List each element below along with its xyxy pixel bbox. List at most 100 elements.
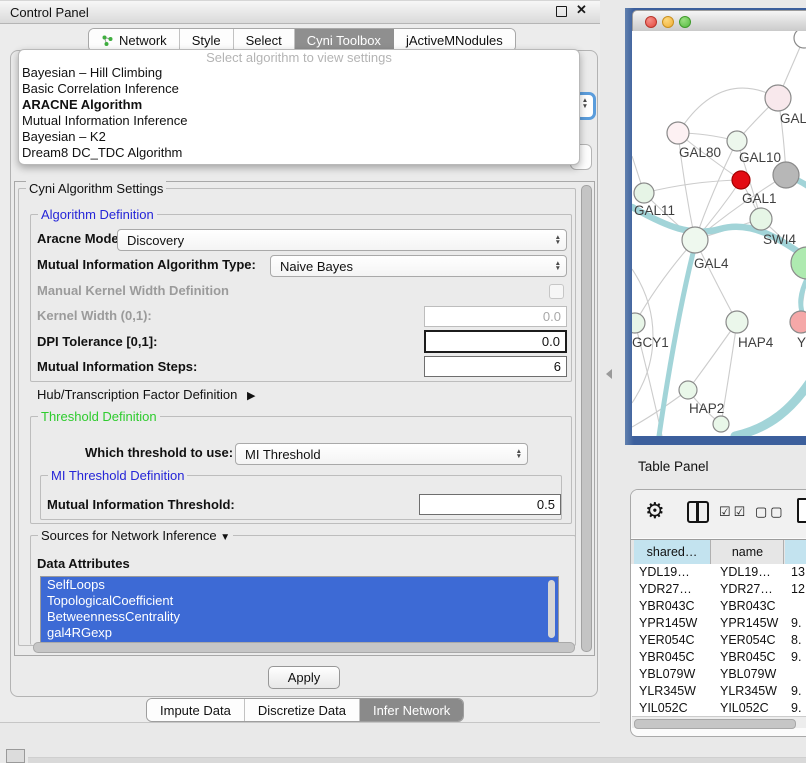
- mi-type-value: Naive Bayes: [280, 259, 353, 274]
- tab-select-label: Select: [246, 33, 282, 48]
- node-salmon[interactable]: [790, 311, 806, 333]
- node-bottom[interactable]: [713, 416, 729, 432]
- table-row[interactable]: YDR27…YDR27…12: [631, 581, 806, 598]
- table-row[interactable]: YLR345WYLR345W9.: [631, 683, 806, 700]
- network-canvas[interactable]: GAL GAL80 GAL10 GAL1 GAL11 SWI4 GAL4 GCY…: [632, 31, 806, 436]
- attr-item-betweennesscentrality[interactable]: BetweennessCentrality: [41, 609, 558, 625]
- tab-jactivemnodules-label: jActiveMNodules: [406, 33, 503, 48]
- dropdown-item-bayesian-hill-climbing[interactable]: Bayesian – Hill Climbing: [19, 65, 579, 81]
- export-table-icon[interactable]: [797, 498, 806, 523]
- cell-shared: YDL19…: [639, 564, 709, 581]
- tab-cyni-toolbox[interactable]: Cyni Toolbox: [295, 29, 394, 51]
- tab-infer-network[interactable]: Infer Network: [360, 699, 463, 721]
- cell-shared: YBL079W: [639, 666, 709, 683]
- node-hap4[interactable]: [726, 311, 748, 333]
- column-header-partial[interactable]: [785, 540, 806, 564]
- network-icon: [101, 34, 114, 47]
- table-toolbar: ⚙ ☑☑ ▢▢: [631, 490, 806, 538]
- network-node-labels: GAL GAL80 GAL10 GAL1 GAL11 SWI4 GAL4 GCY…: [632, 111, 806, 416]
- sources-legend-toggle[interactable]: Sources for Network Inference ▼: [38, 528, 233, 543]
- node-gal4[interactable]: [682, 227, 708, 253]
- which-threshold-combo[interactable]: MI Threshold ▲▼: [235, 443, 528, 465]
- node-hap2[interactable]: [679, 381, 697, 399]
- list-vertical-scrollbar[interactable]: [548, 580, 555, 638]
- aracne-mode-combo[interactable]: Discovery ▲▼: [117, 229, 567, 251]
- attr-item-gal4rgexp[interactable]: gal4RGexp: [41, 625, 558, 641]
- dropdown-item-bayesian-k2[interactable]: Bayesian – K2: [19, 129, 579, 145]
- hub-tf-definition-toggle[interactable]: Hub/Transcription Factor Definition ▶: [37, 387, 255, 402]
- mi-threshold-field[interactable]: 0.5: [419, 494, 561, 515]
- dropdown-item-aracne[interactable]: ARACNE Algorithm: [19, 97, 579, 113]
- table-row[interactable]: YIL052CYIL052C9.: [631, 700, 806, 716]
- tab-discretize-data[interactable]: Discretize Data: [245, 699, 360, 721]
- cell-value: 9.: [791, 700, 806, 716]
- table-row[interactable]: YPR145WYPR145W9.: [631, 615, 806, 632]
- horizontal-scrollbar[interactable]: [33, 642, 575, 653]
- cell-value: 9.: [791, 615, 806, 632]
- cell-value: 13: [791, 564, 806, 581]
- expand-down-icon: ▼: [220, 532, 230, 543]
- column-header-name[interactable]: name: [712, 540, 784, 564]
- tab-network[interactable]: Network: [89, 29, 180, 51]
- table-row[interactable]: YER054CYER054C8.: [631, 632, 806, 649]
- tab-network-label: Network: [119, 33, 167, 48]
- column-header-shared[interactable]: shared…: [634, 540, 711, 564]
- close-icon[interactable]: ✕: [576, 2, 587, 18]
- mi-threshold-definition-legend: MI Threshold Definition: [48, 468, 187, 483]
- node-label-gal4: GAL4: [694, 256, 729, 271]
- kernel-width-field[interactable]: 0.0: [424, 306, 567, 327]
- vertical-scrollbar[interactable]: [581, 185, 592, 652]
- cell-name: YER054C: [720, 632, 784, 649]
- node-gal1[interactable]: [750, 208, 772, 230]
- node-gray[interactable]: [773, 162, 799, 188]
- tab-select[interactable]: Select: [234, 29, 295, 51]
- node-partial-top[interactable]: [794, 31, 806, 48]
- column-view-icon[interactable]: [687, 501, 709, 523]
- table-horizontal-scrollbar[interactable]: [632, 716, 806, 728]
- node-gal80[interactable]: [667, 122, 689, 144]
- table-row[interactable]: YDL19…YDL19…13: [631, 564, 806, 581]
- dpi-tolerance-value: 0.0: [542, 334, 560, 349]
- stepper-icon: ▲▼: [555, 261, 561, 272]
- table-horizontal-scrollbar-thumb[interactable]: [634, 719, 796, 729]
- table-row[interactable]: YBR045CYBR045C9.: [631, 649, 806, 666]
- tab-impute-data[interactable]: Impute Data: [147, 699, 245, 721]
- collapsed-panel-icon[interactable]: [6, 749, 25, 763]
- manual-kernel-checkbox[interactable]: [549, 284, 564, 299]
- dpi-tolerance-label: DPI Tolerance [0,1]:: [37, 334, 157, 349]
- algorithm-definition-legend: Algorithm Definition: [38, 207, 157, 222]
- node-label-gal11: GAL11: [634, 203, 675, 218]
- which-threshold-value: MI Threshold: [245, 447, 321, 462]
- table-row[interactable]: YBR043CYBR043C: [631, 598, 806, 615]
- cell-name: YBR043C: [720, 598, 784, 615]
- mac-zoom-button[interactable]: [679, 16, 691, 28]
- node-gal10[interactable]: [727, 131, 747, 151]
- split-pane-handle[interactable]: [606, 369, 612, 379]
- mi-type-combo[interactable]: Naive Bayes ▲▼: [270, 255, 567, 277]
- tab-jactivemnodules[interactable]: jActiveMNodules: [394, 29, 515, 51]
- attr-item-topologicalcoefficient[interactable]: TopologicalCoefficient: [41, 593, 558, 609]
- screen: { "icons": { "close": "✕", "gear": "⚙", …: [0, 0, 806, 762]
- mi-steps-field[interactable]: 6: [424, 356, 567, 377]
- tab-style[interactable]: Style: [180, 29, 234, 51]
- node-gcy1[interactable]: [632, 313, 645, 333]
- unselect-all-columns-icon[interactable]: ▢▢: [755, 504, 786, 520]
- mac-close-button[interactable]: [645, 16, 657, 28]
- gear-icon[interactable]: ⚙: [645, 498, 665, 524]
- tab-style-label: Style: [192, 33, 221, 48]
- select-all-columns-icon[interactable]: ☑☑: [719, 504, 748, 520]
- node-red-selected[interactable]: [732, 171, 750, 189]
- network-window-titlebar[interactable]: [632, 10, 806, 33]
- mac-minimize-button[interactable]: [662, 16, 674, 28]
- table-row[interactable]: YBL079WYBL079W: [631, 666, 806, 683]
- cell-value: 8.: [791, 632, 806, 649]
- dropdown-item-mutual-information[interactable]: Mutual Information Inference: [19, 113, 579, 129]
- node-gal-upper[interactable]: [765, 85, 791, 111]
- dropdown-item-basic-correlation[interactable]: Basic Correlation Inference: [19, 81, 579, 97]
- attr-item-selfloops[interactable]: SelfLoops: [41, 577, 558, 593]
- node-gal11[interactable]: [634, 183, 654, 203]
- dpi-tolerance-field[interactable]: 0.0: [424, 330, 567, 353]
- apply-button[interactable]: Apply: [268, 666, 340, 689]
- dropdown-item-dream8[interactable]: Dream8 DC_TDC Algorithm: [19, 145, 579, 161]
- float-window-icon[interactable]: [556, 6, 567, 17]
